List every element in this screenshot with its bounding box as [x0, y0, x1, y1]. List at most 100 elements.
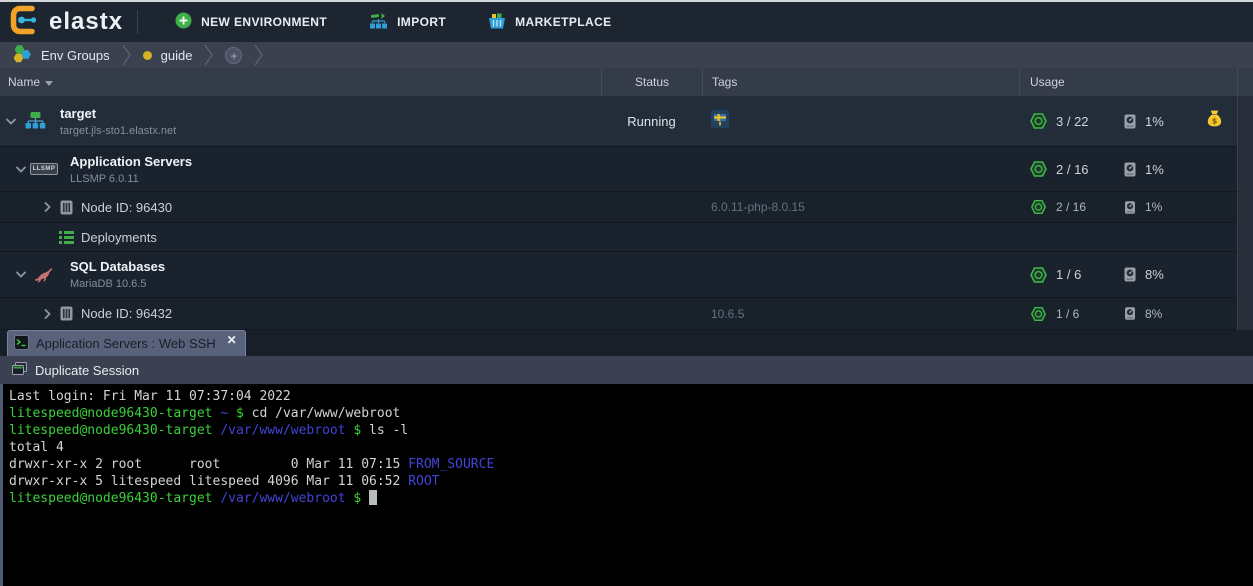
column-status-label: Status [635, 75, 669, 89]
add-group-button[interactable]: + [213, 42, 254, 68]
usage-cell: 1 / 6 8% [1019, 252, 1237, 297]
table-row[interactable]: Node ID: 96432 10.6.5 1 / 6 8% [0, 298, 1237, 330]
cloudlet-usage: 3 / 22 [1056, 114, 1089, 129]
column-tags-label: Tags [712, 75, 737, 89]
chevron-down-icon[interactable] [4, 118, 18, 125]
elastx-logo-icon [10, 5, 40, 40]
terminal-cursor [369, 490, 377, 505]
marketplace-button[interactable]: MARKETPLACE [467, 2, 632, 42]
ssh-toolbar: Duplicate Session [0, 356, 1253, 384]
chevron-right-icon[interactable] [40, 309, 54, 319]
row-subtitle: LLSMP 6.0.11 [70, 173, 192, 185]
vertical-scrollbar[interactable] [1237, 96, 1253, 330]
row-title: Application Servers [70, 154, 192, 169]
column-header-status[interactable]: Status [601, 68, 702, 96]
table-row[interactable]: Deployments [0, 223, 1237, 252]
marketplace-label: MARKETPLACE [515, 15, 611, 29]
group-color-dot [143, 51, 152, 60]
env-tree-icon [24, 112, 46, 130]
terminal-output[interactable]: Last login: Fri Mar 11 07:37:04 2022lite… [0, 384, 1253, 586]
server-icon [58, 200, 74, 215]
disk-icon [1124, 162, 1136, 177]
chevron-down-icon[interactable] [14, 271, 28, 278]
cloudlet-icon [1030, 306, 1047, 322]
table-row[interactable]: LLSMP Application Servers LLSMP 6.0.11 2… [0, 147, 1237, 192]
row-subtitle: target.jls-sto1.elastx.net [60, 125, 176, 137]
disk-usage: 1% [1145, 162, 1164, 177]
chevron-right-icon[interactable] [40, 202, 54, 212]
tab-web-ssh[interactable]: Application Servers : Web SSH ✕ [7, 330, 246, 356]
terminal-line: drwxr-xr-x 2 root root 0 Mar 11 07:15 FR… [9, 456, 1253, 473]
duplicate-session-icon [12, 362, 27, 379]
tab-label: Application Servers : Web SSH [36, 336, 216, 351]
topbar-divider [137, 10, 138, 34]
row-title: Deployments [81, 230, 157, 245]
tags-cell [702, 252, 1019, 297]
usage-cell: 1 / 6 8% [1019, 298, 1237, 329]
name-cell: Node ID: 96430 [0, 192, 601, 222]
table-row[interactable]: Node ID: 96430 6.0.11-php-8.0.15 2 / 16 … [0, 192, 1237, 223]
row-title: target [60, 106, 176, 121]
svg-text:$: $ [1212, 117, 1218, 126]
disk-usage: 1% [1145, 114, 1164, 129]
table-row[interactable]: target target.jls-sto1.elastx.net Runnin… [0, 96, 1237, 147]
new-environment-button[interactable]: NEW ENVIRONMENT [154, 2, 348, 42]
column-header-name[interactable]: Name [0, 68, 601, 96]
terminal-line: drwxr-xr-x 5 litespeed litespeed 4096 Ma… [9, 473, 1253, 490]
cloudlet-usage: 2 / 16 [1056, 162, 1089, 177]
status-text: Running [627, 114, 675, 129]
cloudlet-icon [1030, 199, 1047, 215]
breadcrumb-separator-icon [254, 44, 263, 66]
column-header-usage[interactable]: Usage [1019, 68, 1237, 96]
column-header-tags[interactable]: Tags [702, 68, 1019, 96]
table-row[interactable]: SQL Databases MariaDB 10.6.5 1 / 6 8% [0, 252, 1237, 298]
import-label: IMPORT [397, 15, 446, 29]
env-table-body: target target.jls-sto1.elastx.net Runnin… [0, 96, 1253, 330]
duplicate-session-button[interactable]: Duplicate Session [12, 362, 139, 379]
disk-icon [1124, 114, 1136, 129]
close-icon[interactable]: ✕ [227, 333, 237, 347]
marketplace-icon [488, 13, 506, 32]
tags-cell: 10.6.5 [702, 298, 1019, 329]
tag-text: 10.6.5 [711, 307, 744, 321]
server-icon [58, 306, 74, 321]
column-usage-label: Usage [1030, 75, 1065, 89]
disk-icon [1124, 200, 1136, 215]
billing-icon[interactable]: $ [1206, 110, 1223, 133]
terminal-icon [14, 335, 29, 353]
deployments-icon [58, 231, 74, 244]
row-title: Node ID: 96432 [81, 306, 172, 321]
disk-icon [1124, 267, 1136, 282]
elastx-logo[interactable]: elastx [0, 5, 137, 40]
tags-cell [702, 223, 1019, 251]
sort-arrow-icon [45, 75, 53, 89]
terminal-line: total 4 [9, 439, 1253, 456]
breadcrumb-env-groups-label: Env Groups [41, 48, 110, 63]
usage-cell: 2 / 16 1% [1019, 147, 1237, 191]
cloudlet-usage: 1 / 6 [1056, 307, 1079, 321]
tags-cell: 6.0.11-php-8.0.15 [702, 192, 1019, 222]
name-cell: target target.jls-sto1.elastx.net [0, 96, 601, 146]
name-cell: LLSMP Application Servers LLSMP 6.0.11 [0, 147, 601, 191]
duplicate-session-label: Duplicate Session [35, 363, 139, 378]
breadcrumb-guide[interactable]: guide [131, 42, 205, 68]
cloudlet-usage: 2 / 16 [1056, 200, 1086, 214]
status-cell [601, 147, 702, 191]
plus-circle-icon [175, 12, 192, 32]
usage-cell [1019, 223, 1237, 251]
status-cell [601, 252, 702, 297]
column-header-spacer [1237, 68, 1253, 96]
tags-cell [702, 147, 1019, 191]
import-button[interactable]: IMPORT [348, 2, 467, 42]
cloudlet-icon [1030, 161, 1047, 177]
column-name-label: Name [8, 75, 40, 89]
chevron-down-icon[interactable] [14, 166, 28, 173]
new-environment-label: NEW ENVIRONMENT [201, 15, 327, 29]
breadcrumb-guide-label: guide [161, 48, 193, 63]
disk-usage: 8% [1145, 267, 1164, 282]
terminal-line: litespeed@node96430-target /var/www/webr… [9, 422, 1253, 439]
table-header: Name Status Tags Usage [0, 68, 1253, 96]
mariadb-icon [30, 267, 58, 283]
breadcrumb: Env Groups guide + [0, 42, 1253, 68]
breadcrumb-env-groups[interactable]: Env Groups [0, 42, 122, 68]
